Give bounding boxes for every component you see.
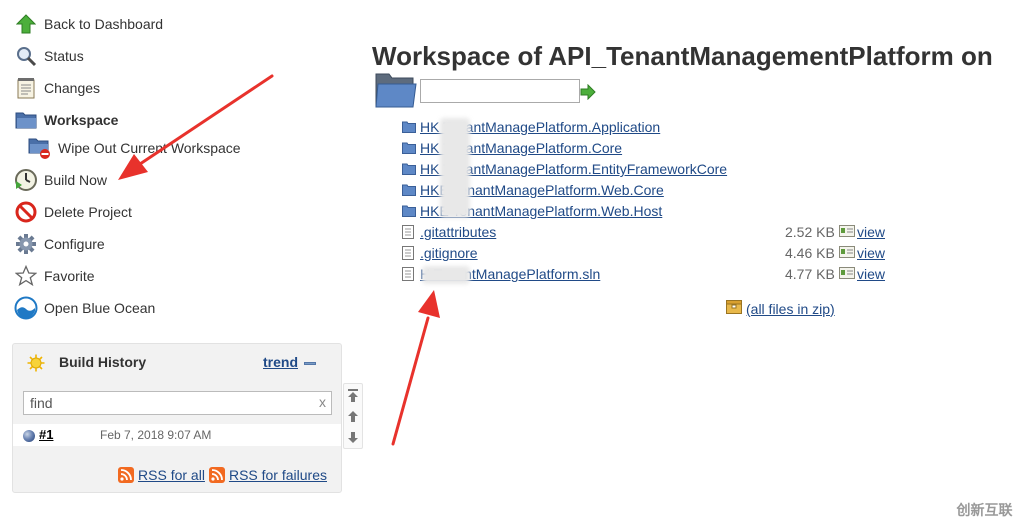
build-date: Feb 7, 2018 9:07 AM — [100, 428, 212, 442]
sun-icon — [27, 354, 45, 375]
folder-delete-icon — [28, 136, 52, 160]
task-label: Open Blue Ocean — [44, 300, 156, 316]
task-favorite[interactable]: Favorite — [14, 264, 95, 288]
list-item: HKE TenantManagePlatform.Web.Core — [402, 180, 902, 200]
rss-icon — [208, 467, 225, 483]
list-item: HKE TenantManagePlatform.Web.Host — [402, 201, 902, 221]
task-label: Workspace — [44, 112, 119, 128]
annotation-arrow-sln-file — [391, 290, 440, 446]
task-label: Changes — [44, 80, 101, 96]
folder-icon — [402, 161, 418, 177]
build-status-ball-icon — [23, 430, 35, 442]
up-arrow-icon — [14, 12, 38, 36]
task-status[interactable]: Status — [14, 44, 84, 68]
trend-link[interactable]: trend — [263, 354, 298, 370]
task-label: Configure — [44, 236, 105, 252]
list-item: .gitignore 4.46 KB view — [402, 243, 902, 263]
page-top-icon[interactable] — [347, 389, 359, 403]
task-open-blue-ocean[interactable]: Open Blue Ocean — [14, 296, 155, 320]
page-up-icon[interactable] — [347, 410, 359, 424]
blue-ocean-icon — [14, 296, 38, 320]
redaction-blur — [440, 118, 470, 218]
rss-links: RSS for all RSS for failures — [118, 467, 327, 483]
workspace-path-input[interactable] — [420, 79, 580, 103]
view-link-wrap: view — [839, 245, 885, 261]
file-icon — [402, 224, 418, 240]
list-item: HK TenantManagePlatform.EntityFrameworkC… — [402, 159, 902, 179]
build-history-widget: Build History trend x #1 Feb 7, 2018 9:0… — [12, 343, 342, 493]
task-back-to-dashboard[interactable]: Back to Dashboard — [14, 12, 163, 36]
page-down-icon[interactable] — [347, 430, 359, 444]
view-file-link[interactable]: view — [857, 245, 885, 261]
build-filter-input[interactable] — [24, 392, 331, 414]
zip-archive-icon — [726, 300, 742, 317]
folder-icon — [402, 140, 418, 156]
folder-icon — [402, 203, 418, 219]
task-label: Wipe Out Current Workspace — [58, 140, 241, 156]
task-label: Delete Project — [44, 204, 132, 220]
clock-play-icon — [14, 168, 38, 192]
build-history-search: x — [23, 391, 332, 415]
task-delete-project[interactable]: Delete Project — [14, 200, 132, 224]
notepad-icon — [14, 76, 38, 100]
star-icon — [14, 264, 38, 288]
watermark-logo: 创新互联 — [935, 489, 1034, 530]
file-size: 4.77 KB — [785, 266, 835, 282]
all-files-zip-link[interactable]: (all files in zip) — [746, 301, 835, 317]
no-entry-icon — [14, 200, 38, 224]
view-link-wrap: view — [839, 266, 885, 282]
document-view-icon — [839, 245, 855, 261]
redaction-blur — [422, 266, 470, 284]
folder-icon — [14, 108, 38, 132]
build-history-pager — [343, 383, 363, 449]
task-label: Back to Dashboard — [44, 16, 164, 32]
rss-failures-link[interactable]: RSS for failures — [229, 467, 327, 483]
list-item: HK TenantManagePlatform.Core — [402, 138, 902, 158]
list-item: .gitattributes 2.52 KB view — [402, 222, 902, 242]
build-row: #1 Feb 7, 2018 9:07 AM — [13, 424, 341, 446]
document-view-icon — [839, 266, 855, 282]
large-folder-icon — [375, 72, 417, 111]
go-arrow-icon[interactable] — [580, 83, 596, 103]
trend-icon — [304, 362, 316, 365]
view-file-link[interactable]: view — [857, 266, 885, 282]
list-item: H TenantManagePlatform.sln 4.77 KB view — [402, 264, 902, 284]
entry-link[interactable]: .gitattributes — [420, 224, 496, 240]
list-item: HK TenantManagePlatform.Application — [402, 117, 902, 137]
file-size: 2.52 KB — [785, 224, 835, 240]
task-label: Favorite — [44, 268, 95, 284]
task-label: Status — [44, 48, 84, 64]
build-history-title: Build History — [59, 354, 147, 370]
page-title: Workspace of API_TenantManagementPlatfor… — [372, 41, 993, 72]
clear-filter-icon[interactable]: x — [319, 394, 326, 410]
file-size: 4.46 KB — [785, 245, 835, 261]
rss-all-link[interactable]: RSS for all — [138, 467, 205, 483]
task-configure[interactable]: Configure — [14, 232, 105, 256]
view-file-link[interactable]: view — [857, 224, 885, 240]
file-icon — [402, 266, 418, 282]
folder-icon — [402, 119, 418, 135]
task-build-now[interactable]: Build Now — [14, 168, 107, 192]
build-number-link[interactable]: #1 — [39, 427, 53, 442]
task-changes[interactable]: Changes — [14, 76, 100, 100]
magnifier-icon — [14, 44, 38, 68]
document-view-icon — [839, 224, 855, 240]
file-icon — [402, 245, 418, 261]
watermark-text: 创新互联 — [956, 501, 1013, 518]
build-history-header: Build History trend — [13, 344, 341, 380]
task-workspace[interactable]: Workspace — [14, 108, 118, 132]
rss-icon — [118, 467, 135, 483]
zip-download: (all files in zip) — [726, 300, 835, 317]
task-label: Build Now — [44, 172, 108, 188]
task-wipe-out-workspace[interactable]: Wipe Out Current Workspace — [28, 136, 241, 160]
view-link-wrap: view — [839, 224, 885, 240]
folder-icon — [402, 182, 418, 198]
gear-icon — [14, 232, 38, 256]
entry-link[interactable]: .gitignore — [420, 245, 478, 261]
